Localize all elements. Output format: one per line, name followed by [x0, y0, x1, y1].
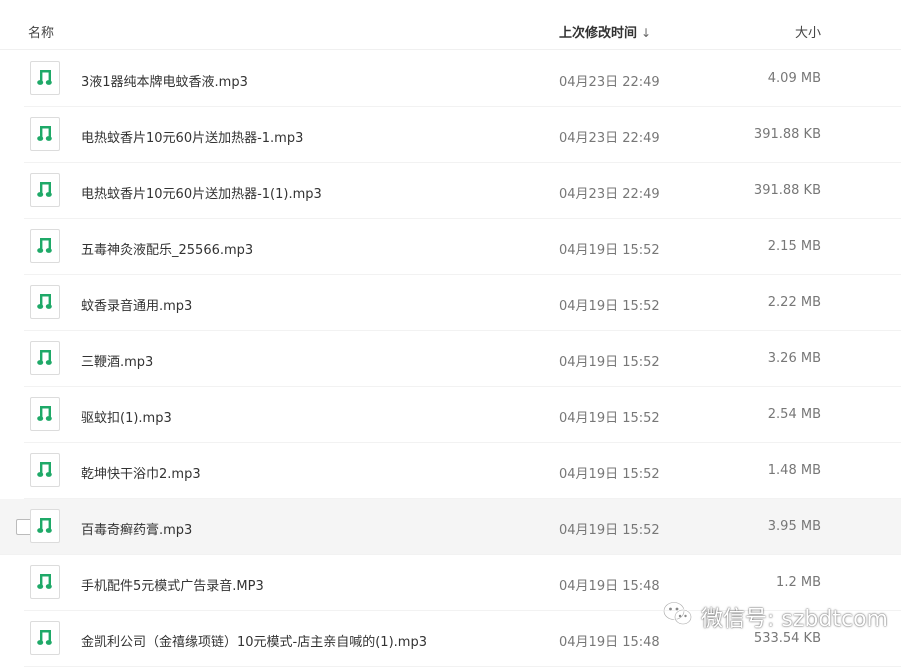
music-file-icon	[30, 117, 60, 151]
file-row[interactable]: 电热蚊香片10元60片送加热器-1(1).mp3 04月23日 22:49 39…	[24, 163, 901, 219]
file-modified-time: 04月19日 15:52	[559, 355, 660, 370]
file-row-hovered[interactable]: 百毒奇癣药膏.mp3 04月19日 15:52 3.95 MB	[0, 499, 901, 555]
file-size: 1.48 MB	[767, 463, 821, 478]
music-file-icon	[30, 173, 60, 207]
file-row[interactable]: 三鞭酒.mp3 04月19日 15:52 3.26 MB	[24, 331, 901, 387]
file-modified-time: 04月19日 15:52	[559, 467, 660, 482]
file-size: 2.54 MB	[767, 407, 821, 422]
file-row[interactable]: 电热蚊香片10元60片送加热器-1.mp3 04月23日 22:49 391.8…	[24, 107, 901, 163]
file-modified-time: 04月19日 15:48	[559, 635, 660, 650]
music-file-icon	[30, 285, 60, 319]
file-name[interactable]: 金凯利公司（金禧缘项链）10元模式-店主亲自喊的(1).mp3	[81, 631, 427, 650]
column-header-modified-time-label: 上次修改时间	[559, 26, 638, 41]
file-row[interactable]: 驱蚊扣(1).mp3 04月19日 15:52 2.54 MB	[24, 387, 901, 443]
file-name[interactable]: 五毒神灸液配乐_25566.mp3	[81, 239, 253, 258]
file-size: 2.15 MB	[767, 239, 821, 254]
file-modified-time: 04月23日 22:49	[559, 75, 660, 90]
file-name[interactable]: 乾坤快干浴巾2.mp3	[81, 463, 201, 482]
column-header-name[interactable]: 名称	[28, 22, 54, 41]
watermark-text: 微信号: szbdtcom	[701, 607, 888, 632]
music-file-icon	[30, 397, 60, 431]
music-file-icon	[30, 61, 60, 95]
file-name[interactable]: 电热蚊香片10元60片送加热器-1.mp3	[81, 127, 303, 146]
file-modified-time: 04月19日 15:52	[559, 523, 660, 538]
file-size: 391.88 KB	[753, 183, 821, 198]
file-size: 4.09 MB	[767, 71, 821, 86]
music-file-icon	[30, 229, 60, 263]
column-header-size[interactable]: 大小	[790, 22, 821, 41]
file-modified-time: 04月23日 22:49	[559, 131, 660, 146]
file-name[interactable]: 电热蚊香片10元60片送加热器-1(1).mp3	[81, 183, 322, 202]
file-row[interactable]: 蚊香录音通用.mp3 04月19日 15:52 2.22 MB	[24, 275, 901, 331]
file-name[interactable]: 驱蚊扣(1).mp3	[81, 407, 172, 426]
file-modified-time: 04月19日 15:48	[559, 579, 660, 594]
file-modified-time: 04月19日 15:52	[559, 411, 660, 426]
file-list-header: 名称 上次修改时间 ↓ 大小	[0, 0, 901, 50]
file-name[interactable]: 手机配件5元模式广告录音.MP3	[81, 575, 264, 594]
file-modified-time: 04月23日 22:49	[559, 187, 660, 202]
file-name[interactable]: 蚊香录音通用.mp3	[81, 295, 192, 314]
file-name[interactable]: 3液1器纯本牌电蚊香液.mp3	[81, 71, 248, 90]
file-size: 1.2 MB	[776, 575, 821, 590]
file-modified-time: 04月19日 15:52	[559, 243, 660, 258]
file-size: 391.88 KB	[753, 127, 821, 142]
file-name[interactable]: 百毒奇癣药膏.mp3	[81, 519, 192, 538]
file-name[interactable]: 三鞭酒.mp3	[81, 351, 153, 370]
column-header-modified-time[interactable]: 上次修改时间 ↓	[559, 22, 651, 41]
file-size: 3.26 MB	[767, 351, 821, 366]
file-row[interactable]: 五毒神灸液配乐_25566.mp3 04月19日 15:52 2.15 MB	[24, 219, 901, 275]
file-row[interactable]: 3液1器纯本牌电蚊香液.mp3 04月23日 22:49 4.09 MB	[24, 51, 901, 107]
file-size: 3.95 MB	[767, 519, 821, 534]
music-file-icon	[30, 453, 60, 487]
wechat-watermark: 微信号: szbdtcom	[662, 600, 888, 634]
file-size: 2.22 MB	[767, 295, 821, 310]
wechat-icon	[662, 601, 693, 633]
file-row[interactable]: 乾坤快干浴巾2.mp3 04月19日 15:52 1.48 MB	[24, 443, 901, 499]
file-modified-time: 04月19日 15:52	[559, 299, 660, 314]
music-file-icon	[30, 565, 60, 599]
file-list: 3液1器纯本牌电蚊香液.mp3 04月23日 22:49 4.09 MB 电热蚊…	[0, 51, 901, 667]
music-file-icon	[30, 341, 60, 375]
music-file-icon	[30, 621, 60, 655]
sort-down-arrow-icon: ↓	[641, 26, 652, 40]
music-file-icon	[30, 509, 60, 543]
